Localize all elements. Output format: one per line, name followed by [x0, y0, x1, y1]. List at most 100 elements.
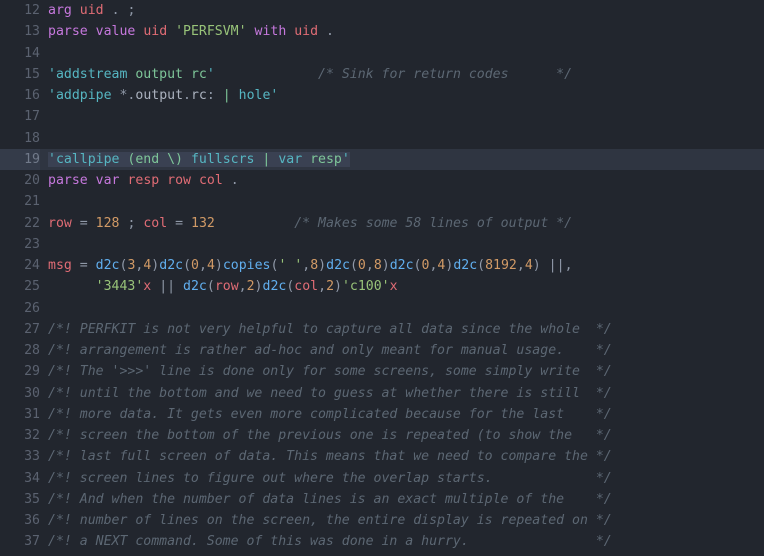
line-number: 34	[24, 470, 40, 486]
code-token: ,	[318, 279, 327, 295]
code-line[interactable]: 25 '3443'x || d2c(row,2)d2c(col,2)'c100'…	[0, 276, 764, 297]
code-line[interactable]: 14	[0, 43, 764, 64]
code-token: ||	[159, 279, 176, 295]
code-line[interactable]: 21	[0, 191, 764, 212]
code-token: rc	[190, 88, 207, 103]
code-line-content[interactable]: row = 128 ; col = 132 /* Makes some 58 l…	[40, 213, 764, 234]
code-line-content[interactable]: /*! until the bottom and we need to gues…	[40, 383, 764, 404]
code-line-content[interactable]: /*! number of lines on the screen, the e…	[40, 510, 764, 531]
code-line-content[interactable]: /*! PERFKIT is not very helpful to captu…	[40, 319, 764, 340]
code-token: )	[214, 258, 223, 273]
code-line[interactable]: 16'addpipe *.output.rc: | hole'	[0, 85, 764, 106]
code-line[interactable]: 31 /*! more data. It gets even more compl…	[0, 404, 764, 425]
line-number: 37	[24, 534, 40, 550]
code-token: 0	[191, 258, 199, 273]
code-line[interactable]: 35 /*! And when the number of data lines …	[0, 489, 764, 510]
code-line[interactable]: 24 msg = d2c(3,4)d2c(0,4)copies(' ',8)d2c…	[0, 255, 764, 276]
code-line[interactable]: 27 /*! PERFKIT is not very helpful to cap…	[0, 319, 764, 340]
code-line[interactable]: 34 /*! screen lines to figure out where t…	[0, 468, 764, 489]
code-token: =	[167, 215, 191, 231]
code-token: /*! a NEXT command. Some of this was don…	[48, 534, 612, 550]
code-line[interactable]: 12 arg uid . ;	[0, 0, 764, 21]
code-token: ,	[365, 258, 374, 273]
code-token: col	[143, 215, 168, 231]
code-token: ,	[564, 258, 573, 273]
code-line[interactable]: 37 /*! a NEXT command. Some of this was d…	[0, 531, 764, 552]
code-line-content[interactable]: /*! arrangement is rather ad-hoc and onl…	[40, 340, 764, 361]
code-token: row	[167, 173, 191, 188]
code-token: arg	[48, 3, 72, 18]
code-line[interactable]: 33 /*! last full screen of data. This mea…	[0, 446, 764, 467]
line-number: 31	[24, 406, 40, 422]
code-line-content[interactable]: msg = d2c(3,4)d2c(0,4)copies(' ',8)d2c(0…	[40, 255, 764, 276]
code-token: fullscrs	[190, 151, 255, 167]
line-number: 22	[24, 215, 40, 231]
code-token: resp	[127, 173, 160, 188]
code-line-content[interactable]: /*! last full screen of data. This means…	[40, 446, 764, 467]
code-line[interactable]: 32 /*! screen the bottom of the previous …	[0, 425, 764, 446]
code-token: /*! screen lines to figure out where the…	[48, 470, 612, 486]
code-line-content[interactable]: /*! The '>>>' line is done only for some…	[40, 361, 764, 382]
code-line[interactable]: 36 /*! number of lines on the screen, the…	[0, 510, 764, 531]
line-number: 27	[24, 321, 40, 337]
code-line-content[interactable]: 'addstream output rc' /* Sink for return…	[40, 64, 764, 85]
code-token: (	[183, 258, 192, 273]
code-line[interactable]: 26	[0, 298, 764, 319]
code-line-content[interactable]: arg uid . ;	[40, 0, 764, 21]
code-line-content[interactable]: parse value uid 'PERFSVM' with uid .	[40, 21, 764, 42]
line-number: 28	[24, 343, 40, 358]
code-token: /*! And when the number of data lines is…	[48, 491, 612, 507]
code-token: col	[198, 173, 223, 188]
code-line[interactable]: 20 parse var resp row col .	[0, 170, 764, 191]
code-line[interactable]: 15'addstream output rc' /* Sink for retu…	[0, 64, 764, 85]
code-line-content[interactable]: 'callpipe (end \) fullscrs | var resp'	[40, 149, 764, 170]
code-line[interactable]: 28 /*! arrangement is rather ad-hoc and o…	[0, 340, 764, 361]
code-line-content[interactable]: parse var resp row col .	[40, 170, 764, 191]
code-line[interactable]: 30 /*! until the bottom and we need to gu…	[0, 383, 764, 404]
code-token: /*! PERFKIT is not very helpful to captu…	[48, 321, 612, 337]
code-line[interactable]: 18	[0, 128, 764, 149]
code-line-content[interactable]: /*! screen lines to figure out where the…	[40, 468, 764, 489]
code-line-content[interactable]: '3443'x || d2c(row,2)d2c(col,2)'c100'x	[40, 276, 764, 297]
code-token: x	[389, 279, 398, 295]
code-line[interactable]: 23	[0, 234, 764, 255]
code-line[interactable]: 17	[0, 106, 764, 127]
code-token: d2c	[95, 258, 120, 273]
code-line-content[interactable]: /*! more data. It gets even more complic…	[40, 404, 764, 425]
code-token: )	[318, 258, 327, 273]
code-token: copies	[222, 258, 271, 273]
code-line-content[interactable]: /*! a NEXT command. Some of this was don…	[40, 531, 764, 552]
code-line[interactable]: 22 row = 128 ; col = 132 /* Makes some 58…	[0, 213, 764, 234]
line-number: 16	[24, 88, 40, 103]
code-line-content[interactable]: 'addpipe *.output.rc: | hole'	[40, 85, 764, 106]
code-token: col	[294, 279, 319, 295]
line-number: 32	[24, 428, 40, 443]
code-token: output	[135, 66, 183, 82]
code-token: /*! more data. It gets even more complic…	[48, 406, 612, 422]
code-token: 2	[246, 279, 255, 295]
code-token: 8192	[485, 258, 517, 273]
code-token: .	[111, 3, 120, 18]
code-token: var	[278, 151, 303, 167]
code-line-content[interactable]: /*! And when the number of data lines is…	[40, 489, 764, 510]
code-token: 'addpipe	[48, 88, 120, 103]
line-number: 24	[24, 258, 40, 273]
code-line[interactable]: 13 parse value uid 'PERFSVM' with uid .	[0, 21, 764, 42]
code-line[interactable]: 19'callpipe (end \) fullscrs | var resp'	[0, 148, 764, 170]
code-editor[interactable]: 12 arg uid . ; 13 parse value uid 'PERFSVM'…	[0, 0, 764, 556]
editor-lines[interactable]: 12 arg uid . ; 13 parse value uid 'PERFSVM'…	[0, 0, 764, 553]
code-line-content[interactable]: /*! screen the bottom of the previous on…	[40, 425, 764, 446]
line-number: 18	[24, 130, 40, 146]
line-number: 26	[24, 300, 40, 316]
code-token: parse	[48, 24, 88, 40]
code-token: (	[349, 258, 358, 273]
line-number: 21	[24, 194, 40, 210]
code-line[interactable]: 29 /*! The '>>>' line is done only for so…	[0, 361, 764, 382]
